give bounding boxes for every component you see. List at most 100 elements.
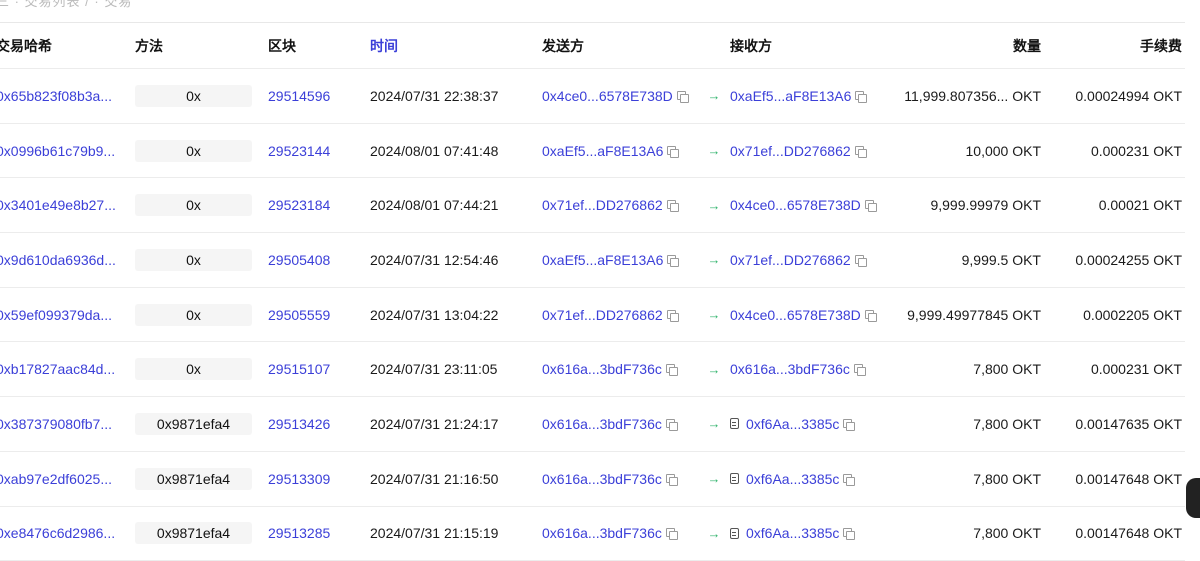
copy-icon[interactable] — [843, 419, 853, 429]
tx-hash-link[interactable]: 0x65b823f08b3a... — [0, 88, 112, 104]
copy-icon[interactable] — [667, 200, 677, 210]
tx-hash-link[interactable]: 0x0996b61c79b9... — [0, 143, 115, 159]
method-badge: 0x — [135, 85, 252, 107]
tx-time: 2024/07/31 22:38:37 — [370, 88, 498, 104]
to-address-link[interactable]: 0x4ce0...6578E738D — [730, 307, 861, 323]
copy-icon[interactable] — [667, 255, 677, 265]
table-row: 0x3401e49e8b27...0x295231842024/08/01 07… — [0, 178, 1185, 233]
fee-value: 0.000231 OKT — [1091, 361, 1182, 377]
header-fee: 手续费 — [1052, 23, 1182, 68]
header-from: 发送方 — [542, 23, 702, 68]
tx-hash-link[interactable]: 0x59ef099379da... — [0, 307, 112, 323]
copy-icon[interactable] — [667, 146, 677, 156]
tx-hash-link[interactable]: 0x387379080fb7... — [0, 416, 112, 432]
to-address-link[interactable]: 0x616a...3bdF736c — [730, 361, 850, 377]
tx-hash-link[interactable]: 0x9d610da6936d... — [0, 252, 116, 268]
tx-time: 2024/07/31 21:16:50 — [370, 471, 498, 487]
block-link[interactable]: 29513285 — [268, 525, 330, 541]
contract-icon — [730, 528, 739, 539]
amount-value: 7,800 OKT — [973, 525, 1041, 541]
copy-icon[interactable] — [855, 91, 865, 101]
amount-value: 7,800 OKT — [973, 361, 1041, 377]
fee-value: 0.00147648 OKT — [1075, 471, 1182, 487]
copy-icon[interactable] — [854, 364, 864, 374]
copy-icon[interactable] — [666, 419, 676, 429]
fee-value: 0.000231 OKT — [1091, 143, 1182, 159]
header-block: 区块 — [268, 23, 358, 68]
from-address-link[interactable]: 0x616a...3bdF736c — [542, 471, 662, 487]
method-badge: 0x — [135, 304, 252, 326]
arrow-right-icon: → — [708, 417, 721, 430]
from-address-link[interactable]: 0x616a...3bdF736c — [542, 416, 662, 432]
block-link[interactable]: 29523184 — [268, 197, 330, 213]
tx-hash-link[interactable]: 0x3401e49e8b27... — [0, 197, 116, 213]
tx-time: 2024/07/31 23:11:05 — [370, 361, 497, 377]
copy-icon[interactable] — [855, 255, 865, 265]
top-strip: 三 · 交易列表 / · 交易 — [0, 0, 1200, 22]
tx-time: 2024/07/31 13:04:22 — [370, 307, 498, 323]
from-address-link[interactable]: 0x616a...3bdF736c — [542, 525, 662, 541]
from-address-link[interactable]: 0x71ef...DD276862 — [542, 197, 663, 213]
from-address-link[interactable]: 0xaEf5...aF8E13A6 — [542, 252, 663, 268]
tx-hash-link[interactable]: 0xb17827aac84d... — [0, 361, 115, 377]
amount-value: 9,999.99979 OKT — [930, 197, 1041, 213]
copy-icon[interactable] — [666, 364, 676, 374]
arrow-right-icon: → — [708, 253, 721, 266]
method-badge: 0x9871efa4 — [135, 522, 252, 544]
to-address-link[interactable]: 0xf6Aa...3385c — [746, 471, 839, 487]
block-link[interactable]: 29513309 — [268, 471, 330, 487]
method-badge: 0x — [135, 358, 252, 380]
fee-value: 0.00024994 OKT — [1075, 88, 1182, 104]
from-address-link[interactable]: 0x4ce0...6578E738D — [542, 88, 673, 104]
to-address-link[interactable]: 0x4ce0...6578E738D — [730, 197, 861, 213]
block-link[interactable]: 29513426 — [268, 416, 330, 432]
arrow-right-icon: → — [708, 89, 721, 102]
from-address-link[interactable]: 0x71ef...DD276862 — [542, 307, 663, 323]
block-link[interactable]: 29514596 — [268, 88, 330, 104]
table-row: 0xab97e2df6025... 0x9871efa4 29513309 2024/… — [0, 452, 1185, 507]
fee-value: 0.00147635 OKT — [1075, 416, 1182, 432]
to-address-link[interactable]: 0x71ef...DD276862 — [730, 252, 851, 268]
table-row: 0x65b823f08b3a... 0x 29514596 2024/07/31 22… — [0, 69, 1185, 124]
tx-time: 2024/07/31 21:15:19 — [370, 525, 498, 541]
arrow-right-icon: → — [708, 144, 721, 157]
block-link[interactable]: 29515107 — [268, 361, 330, 377]
block-link[interactable]: 29505408 — [268, 252, 330, 268]
to-address-link[interactable]: 0xf6Aa...3385c — [746, 416, 839, 432]
tx-hash-link[interactable]: 0xe8476c6d2986... — [0, 525, 115, 541]
copy-icon[interactable] — [677, 91, 687, 101]
tx-time: 2024/08/01 07:41:48 — [370, 143, 498, 159]
tx-hash-link[interactable]: 0xab97e2df6025... — [0, 471, 112, 487]
from-address-link[interactable]: 0x616a...3bdF736c — [542, 361, 662, 377]
fee-value: 0.00024255 OKT — [1075, 252, 1182, 268]
arrow-right-icon: → — [708, 472, 721, 485]
method-badge: 0x9871efa4 — [135, 413, 252, 435]
header-time-toggle[interactable]: 时间 — [370, 23, 530, 68]
amount-value: 9,999.5 OKT — [962, 252, 1041, 268]
table-row: 0x0996b61c79b9... 0x 29523144 2024/08/01 07… — [0, 124, 1185, 179]
copy-icon[interactable] — [855, 146, 865, 156]
copy-icon[interactable] — [666, 474, 676, 484]
to-address-link[interactable]: 0xaEf5...aF8E13A6 — [730, 88, 851, 104]
block-link[interactable]: 29505559 — [268, 307, 330, 323]
arrow-right-icon: → — [708, 308, 721, 321]
to-address-link[interactable]: 0x71ef...DD276862 — [730, 143, 851, 159]
to-address-link[interactable]: 0xf6Aa...3385c — [746, 525, 839, 541]
from-address-link[interactable]: 0xaEf5...aF8E13A6 — [542, 143, 663, 159]
method-badge: 0x — [135, 140, 252, 162]
breadcrumb: 三 · 交易列表 / · 交易 — [0, 0, 132, 10]
table-row: 0xe8476c6d2986... 0x9871efa4 29513285 2024/… — [0, 507, 1185, 561]
tx-time: 2024/07/31 12:54:46 — [370, 252, 498, 268]
method-badge: 0x — [135, 194, 252, 216]
copy-icon[interactable] — [667, 310, 677, 320]
table-row: 0x387379080fb7... 0x9871efa4 29513426 2024/… — [0, 397, 1185, 452]
header-amount: 数量 — [871, 23, 1041, 68]
tx-time: 2024/07/31 21:24:17 — [370, 416, 498, 432]
copy-icon[interactable] — [843, 474, 853, 484]
fee-value: 0.00021 OKT — [1099, 197, 1182, 213]
table-row: 0xb17827aac84d... 0x 29515107 2024/07/31 23… — [0, 342, 1185, 397]
side-widget[interactable] — [1186, 478, 1200, 518]
table-body: 0x65b823f08b3a... 0x 29514596 2024/07/31 22… — [0, 69, 1185, 561]
method-badge: 0x9871efa4 — [135, 468, 252, 490]
block-link[interactable]: 29523144 — [268, 143, 330, 159]
